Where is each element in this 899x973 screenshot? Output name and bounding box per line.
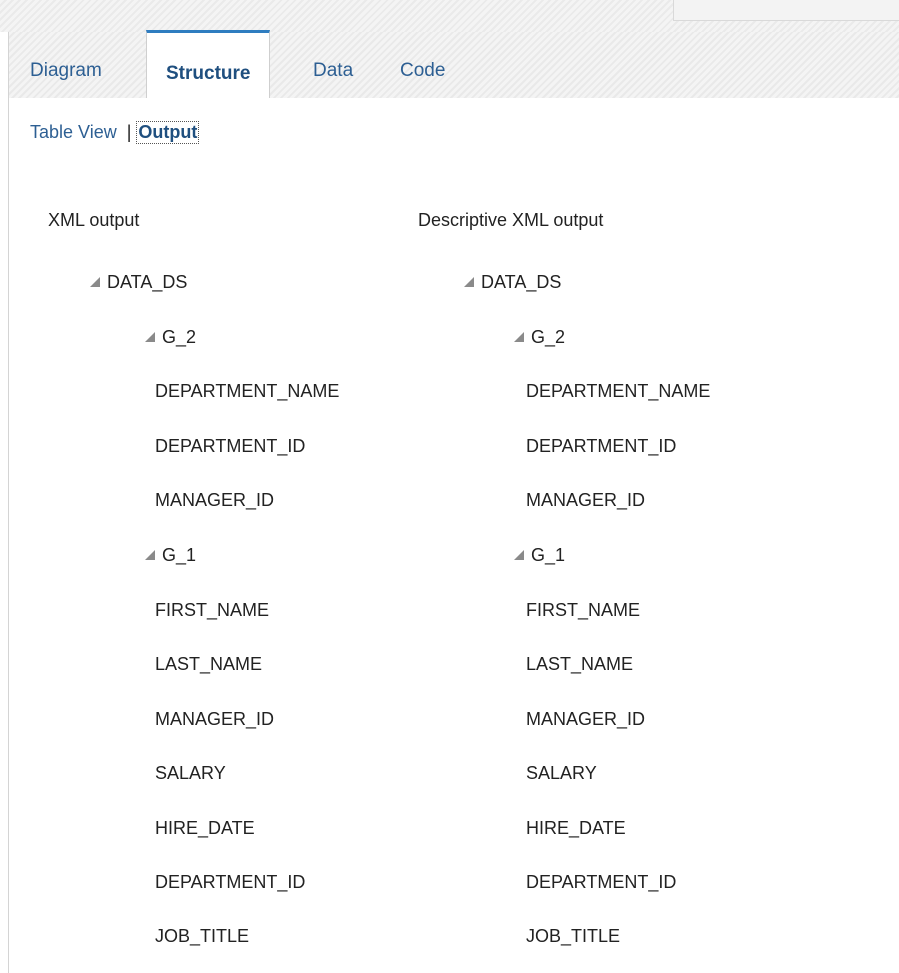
tree-node-group[interactable]: G_2: [145, 327, 196, 348]
view-switcher: Table View | Output: [30, 121, 200, 144]
tree-node-label: MANAGER_ID: [526, 490, 646, 510]
tab-diagram[interactable]: Diagram: [30, 56, 102, 86]
tree-leaf-field[interactable]: JOB_TITLE: [526, 926, 620, 947]
tree-node-label: JOB_TITLE: [155, 926, 250, 946]
tree-leaf-field[interactable]: DEPARTMENT_NAME: [155, 381, 339, 402]
tree-node-label: FIRST_NAME: [526, 600, 641, 620]
tree-node-group[interactable]: G_1: [145, 545, 196, 566]
tree-leaf-field[interactable]: MANAGER_ID: [526, 490, 645, 511]
tree-node-label: G_1: [531, 545, 566, 565]
tree-node-root[interactable]: DATA_DS: [464, 272, 561, 293]
tree-node-label: FIRST_NAME: [155, 600, 270, 620]
tree-node-label: DATA_DS: [481, 272, 562, 292]
tree-leaf-field[interactable]: DEPARTMENT_NAME: [526, 381, 710, 402]
column-title: Descriptive XML output: [418, 210, 604, 230]
tree-node-label: DEPARTMENT_ID: [155, 872, 306, 892]
tree-leaf-field[interactable]: HIRE_DATE: [526, 818, 626, 839]
column-title: XML output: [48, 210, 140, 230]
tree-node-root[interactable]: DATA_DS: [90, 272, 187, 293]
table-view-link[interactable]: Table View: [30, 122, 117, 143]
tree-leaf-field[interactable]: FIRST_NAME: [526, 600, 640, 621]
tree-node-label: DEPARTMENT_ID: [155, 436, 306, 456]
tree-node-label: DEPARTMENT_NAME: [526, 381, 711, 401]
tree-leaf-field[interactable]: MANAGER_ID: [155, 709, 274, 730]
tree-node-label: HIRE_DATE: [526, 818, 626, 838]
tree-leaf-field[interactable]: DEPARTMENT_ID: [526, 872, 676, 893]
tree-node-label: DATA_DS: [107, 272, 188, 292]
tab-bar: [9, 32, 899, 99]
tree-node-label: MANAGER_ID: [526, 709, 646, 729]
tree-leaf-field[interactable]: FIRST_NAME: [155, 600, 269, 621]
tree-leaf-field[interactable]: DEPARTMENT_ID: [155, 872, 305, 893]
tree-leaf-field[interactable]: JOB_TITLE: [155, 926, 249, 947]
tree-leaf-field[interactable]: LAST_NAME: [155, 654, 262, 675]
expanded-triangle-icon[interactable]: [145, 550, 155, 560]
expanded-triangle-icon[interactable]: [90, 277, 100, 287]
tree-node-label: SALARY: [155, 763, 226, 783]
tree-node-label: SALARY: [526, 763, 597, 783]
expanded-triangle-icon[interactable]: [145, 332, 155, 342]
tree-leaf-field[interactable]: MANAGER_ID: [526, 709, 645, 730]
tree-leaf-field[interactable]: SALARY: [155, 763, 226, 784]
tree-node-label: LAST_NAME: [155, 654, 263, 674]
tree-leaf-field[interactable]: DEPARTMENT_ID: [155, 436, 305, 457]
tree-node-label: HIRE_DATE: [155, 818, 255, 838]
tree-node-label: DEPARTMENT_NAME: [155, 381, 340, 401]
expanded-triangle-icon[interactable]: [514, 332, 524, 342]
tree-node-group[interactable]: G_2: [514, 327, 565, 348]
output-link[interactable]: Output: [136, 121, 200, 144]
tab-data[interactable]: Data: [313, 56, 353, 86]
tree-node-label: G_1: [162, 545, 197, 565]
tree-leaf-field[interactable]: DEPARTMENT_ID: [526, 436, 676, 457]
tree-node-label: LAST_NAME: [526, 654, 634, 674]
tree-node-group[interactable]: G_1: [514, 545, 565, 566]
tree-node-label: MANAGER_ID: [155, 709, 275, 729]
tree-leaf-field[interactable]: MANAGER_ID: [155, 490, 274, 511]
tree-leaf-field[interactable]: SALARY: [526, 763, 597, 784]
tree-leaf-field[interactable]: LAST_NAME: [526, 654, 633, 675]
tree-node-label: G_2: [531, 327, 566, 347]
top-panel-edge: [673, 0, 899, 21]
tab-structure[interactable]: Structure: [146, 30, 271, 98]
tab-code[interactable]: Code: [400, 56, 445, 86]
subnav-separator: |: [126, 122, 132, 142]
tree-node-label: MANAGER_ID: [155, 490, 275, 510]
tree-node-label: JOB_TITLE: [526, 926, 621, 946]
expanded-triangle-icon[interactable]: [464, 277, 474, 287]
tree-node-label: G_2: [162, 327, 197, 347]
tree-node-label: DEPARTMENT_ID: [526, 872, 677, 892]
tree-leaf-field[interactable]: HIRE_DATE: [155, 818, 255, 839]
tree-node-label: DEPARTMENT_ID: [526, 436, 677, 456]
expanded-triangle-icon[interactable]: [514, 550, 524, 560]
